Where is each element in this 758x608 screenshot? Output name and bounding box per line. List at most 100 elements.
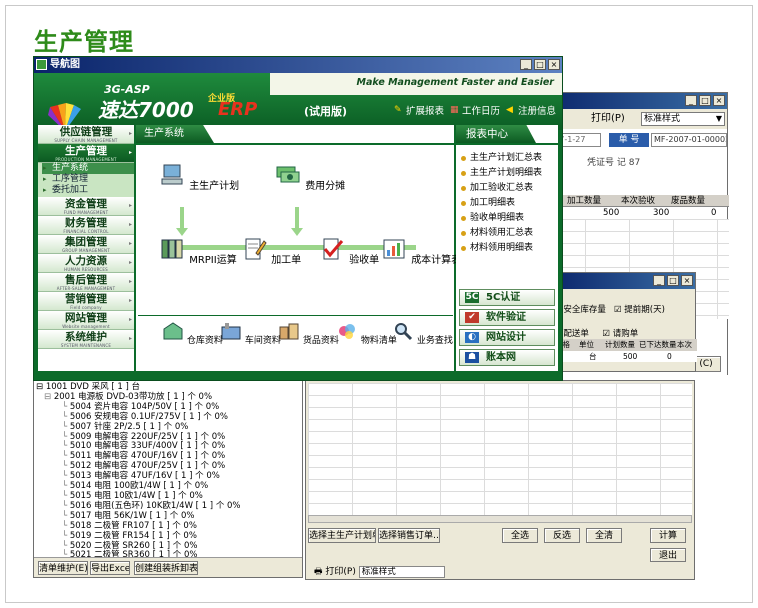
invert-button[interactable]: 反选 xyxy=(544,528,580,543)
report-link-button[interactable]: ☗ 账本网 xyxy=(459,349,555,366)
bom-list-button[interactable]: 物料清单 xyxy=(336,321,397,346)
badge-icon: ◐ xyxy=(465,332,479,343)
speaker-icon: ◀ xyxy=(505,105,513,115)
node-master-plan[interactable]: 主生产计划 xyxy=(158,163,239,192)
production-flow-panel: 生产系统 主生产计划 费用分摊 MRPII运算 加工单 验收单 成本计算表 仓库… xyxy=(135,125,461,371)
report-item[interactable]: 验收单明细表 xyxy=(460,211,542,226)
production-submenu: 生产系统 工序管理 委托加工 xyxy=(38,163,134,197)
print-style-select[interactable]: 标准样式 xyxy=(358,565,445,578)
print-style-select[interactable]: 标准样式 ▼ xyxy=(641,112,725,126)
trial-label: (试用版) xyxy=(304,105,348,118)
node-cost-calc[interactable]: 成本计算表 xyxy=(380,237,461,266)
report-item[interactable]: 加工验收汇总表 xyxy=(460,181,542,196)
close-icon[interactable]: × xyxy=(681,275,693,286)
submenu-item-outsourcing[interactable]: 委托加工 xyxy=(42,185,134,196)
navigator-title: 导航图 xyxy=(50,59,80,70)
node-cost-allocation[interactable]: 费用分摊 xyxy=(274,163,345,192)
checkbox-icon[interactable]: ☑ xyxy=(614,305,622,315)
chart-icon xyxy=(383,239,405,259)
col-plan: 计划数量 xyxy=(605,340,635,349)
node-label: MRPII运算 xyxy=(189,255,237,266)
node-mrp[interactable]: MRPII运算 xyxy=(158,237,237,266)
tree-node-label: 5014 电阻 100欧1/4W [ 1 ] 个 0% xyxy=(69,481,209,492)
arrow-down-icon xyxy=(176,228,188,236)
calc-button[interactable]: 计算 xyxy=(650,528,686,543)
table-row[interactable]: 500 300 0 xyxy=(541,207,729,219)
cell-qty: 500 xyxy=(603,208,620,218)
print-menu[interactable]: 打印(P) xyxy=(325,567,355,577)
node-process-order[interactable]: 加工单 xyxy=(240,237,301,266)
report-item[interactable]: 主生产计划汇总表 xyxy=(460,151,542,166)
app-icon xyxy=(36,59,47,70)
minimize-icon[interactable]: _ xyxy=(520,59,532,70)
print-menu[interactable]: 打印(P) xyxy=(591,113,625,124)
badge-icon: ☗ xyxy=(465,352,479,363)
document-pen-icon xyxy=(245,238,267,260)
minimize-icon[interactable]: _ xyxy=(685,95,697,106)
report-item[interactable]: 主生产计划明细表 xyxy=(460,166,542,181)
cell-waste: 0 xyxy=(711,208,717,218)
report-item[interactable]: 材料领用汇总表 xyxy=(460,226,542,241)
report-item[interactable]: 加工明细表 xyxy=(460,196,542,211)
export-excel-button[interactable]: 导出Excel xyxy=(90,561,130,575)
sidebar-item-marketing[interactable]: 营销管理 Field company ▸ xyxy=(38,292,134,311)
plan-grid xyxy=(308,383,692,515)
sidebar-item-label: 网站管理 xyxy=(65,312,107,324)
workshop-data-button[interactable]: 车间资料 xyxy=(220,321,281,346)
tree-branch-icon: └ xyxy=(62,500,70,511)
h-scrollbar[interactable] xyxy=(308,515,692,523)
print-bar: 🖶 打印(P) 标准样式 xyxy=(314,564,445,580)
create-assembly-button[interactable]: 创建组装拆卸表 ▾ xyxy=(134,561,198,575)
select-plan-button[interactable]: 选择主生产计划单… xyxy=(308,528,376,543)
node-accept-order[interactable]: 验收单 xyxy=(318,237,379,266)
report-link-button[interactable]: ✔ 软件验证 xyxy=(459,309,555,326)
checkbox-icon[interactable]: ☑ xyxy=(602,329,610,339)
exit-button[interactable]: 退出 xyxy=(650,548,686,562)
tree-node-label: 5010 电解电容 33UF/400V [ 1 ] 个 0% xyxy=(69,441,226,452)
select-all-button[interactable]: 全选 xyxy=(502,528,538,543)
sidebar-item-production[interactable]: 生产管理 PRODUCTION MANAGEMENT ▸ xyxy=(38,144,134,163)
sidebar-item-system[interactable]: 系统维护 SYSTEM MAINTENANCE ▸ xyxy=(38,330,134,349)
sidebar-item-sublabel: Website management xyxy=(62,324,110,329)
col-accept: 本次验收 xyxy=(621,196,656,206)
doc-no-field[interactable]: MF-2007-01-00002 xyxy=(651,133,727,147)
sidebar-item-hr[interactable]: 人力资源 HUMAN RESOURCES ▸ xyxy=(38,254,134,273)
clear-button[interactable]: 全清 xyxy=(586,528,622,543)
report-list: 主生产计划汇总表 主生产计划明细表 加工验收汇总表 加工明细表 验收单明细表 材料领用汇总… xyxy=(460,151,542,256)
sidebar-item-label: 系统维护 xyxy=(65,331,107,343)
sidebar-item-sublabel: SUPPLY CHAIN MANAGEMENT xyxy=(54,138,118,143)
minimize-icon[interactable]: _ xyxy=(653,275,665,286)
close-icon[interactable]: × xyxy=(548,59,560,70)
submenu-item-production-system[interactable]: 生产系统 xyxy=(42,163,134,174)
sidebar-item-fund[interactable]: 资金管理 FUND MANAGEMENT ▸ xyxy=(38,197,134,216)
table-row[interactable]: 台 500 0 xyxy=(549,351,697,362)
report-link-button[interactable]: 5C 5C认证 xyxy=(459,289,555,306)
goods-data-button[interactable]: 货品资料 xyxy=(278,321,339,346)
maximize-icon[interactable]: □ xyxy=(534,59,546,70)
report-tab-line xyxy=(456,143,558,145)
report-item[interactable]: 材料领用明细表 xyxy=(460,241,542,256)
submenu-item-process[interactable]: 工序管理 xyxy=(42,174,134,185)
maximize-icon[interactable]: □ xyxy=(699,95,711,106)
warehouse-data-button[interactable]: 仓库资料 xyxy=(162,321,223,346)
sidebar-item-supply-chain[interactable]: 供应链管理 SUPPLY CHAIN MANAGEMENT ▸ xyxy=(38,125,134,144)
flow-tab-line xyxy=(136,143,455,145)
maintain-button[interactable]: 清单维护(E) xyxy=(38,561,88,575)
close-icon[interactable]: × xyxy=(713,95,725,106)
sidebar-item-finance[interactable]: 财务管理 FINANCIAL CONTROL ▸ xyxy=(38,216,134,235)
tree-branch-icon: └ xyxy=(62,471,70,482)
register-info-label: 注册信息 xyxy=(517,106,556,117)
extend-report-link[interactable]: ✎ 扩展报表 xyxy=(394,103,444,117)
chevron-right-icon: ▸ xyxy=(128,130,132,137)
business-search-button[interactable]: 业务查找 xyxy=(392,321,453,346)
report-link-button[interactable]: ◐ 网站设计 xyxy=(459,329,555,346)
logo-erp: ERP xyxy=(218,99,258,120)
maximize-icon[interactable]: □ xyxy=(667,275,679,286)
sidebar-item-website[interactable]: 网站管理 Website management ▸ xyxy=(38,311,134,330)
register-info-link[interactable]: ◀ 注册信息 xyxy=(506,103,556,117)
work-calendar-link[interactable]: ▦ 工作日历 xyxy=(450,103,500,117)
sidebar-item-group[interactable]: 集团管理 GROUP MANAGEMENT ▸ xyxy=(38,235,134,254)
sidebar-item-after-sale[interactable]: 售后管理 AFTER-SALE MANAGEMENT ▸ xyxy=(38,273,134,292)
voucher-window-titlebar: _ □ × xyxy=(541,93,727,109)
select-order-button[interactable]: 选择销售订单… xyxy=(378,528,440,543)
